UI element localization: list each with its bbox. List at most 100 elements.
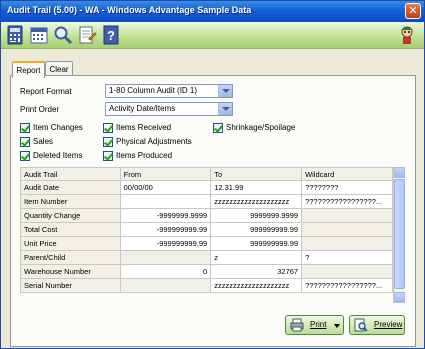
row-label: Audit Date <box>20 180 121 195</box>
row-label: Unit Price <box>20 236 121 251</box>
header-to: To <box>210 167 303 181</box>
report-format-label: Report Format <box>20 87 72 96</box>
row-label: Parent/Child <box>20 250 121 265</box>
svg-text:?: ? <box>107 28 115 43</box>
table-row: Parent/Child z ? <box>20 250 393 265</box>
print-button-label: Print <box>310 320 327 329</box>
scroll-up-icon[interactable] <box>394 167 405 178</box>
from-cell[interactable] <box>119 194 212 209</box>
items-received-checkbox[interactable]: Items Received <box>103 122 171 134</box>
magnifier-icon[interactable] <box>53 25 73 45</box>
row-label: Warehouse Number <box>20 264 121 279</box>
from-cell[interactable]: 00/00/00 <box>119 180 212 195</box>
tab-report[interactable]: Report <box>12 61 45 78</box>
dropdown-arrow-icon[interactable] <box>334 324 340 328</box>
from-cell[interactable]: -999999999.99 <box>119 222 212 237</box>
wildcard-cell[interactable]: ?????????????????... <box>301 278 393 293</box>
chevron-down-icon[interactable] <box>218 103 232 115</box>
to-cell[interactable]: zzzzzzzzzzzzzzzzzzzz <box>210 278 303 293</box>
from-cell <box>119 278 212 293</box>
checkbox-check-icon[interactable] <box>213 123 223 133</box>
from-cell[interactable]: -9999999.9999 <box>119 208 212 223</box>
to-cell[interactable]: 12.31.99 <box>210 180 303 195</box>
checkbox-check-icon[interactable] <box>103 151 113 161</box>
items-produced-checkbox[interactable]: Items Produced <box>103 150 172 162</box>
grid-header-row: Audit Trail From To Wildcard <box>20 167 393 181</box>
item-changes-checkbox[interactable]: Item Changes <box>20 122 83 134</box>
print-order-select[interactable]: Activity Date/Items <box>105 102 233 116</box>
printer-icon <box>290 318 304 332</box>
mascot-icon <box>396 24 418 46</box>
row-label: Item Number <box>20 194 121 209</box>
preview-icon <box>354 318 368 332</box>
calculator-icon[interactable] <box>5 25 25 45</box>
close-button[interactable]: ✕ <box>405 3 421 19</box>
table-row: Quantity Change -9999999.9999 9999999.99… <box>20 208 393 223</box>
row-label: Serial Number <box>20 278 121 293</box>
tab-clear-label: Clear <box>49 65 69 74</box>
checkbox-check-icon[interactable] <box>20 137 30 147</box>
items-received-label: Items Received <box>116 123 172 132</box>
wildcard-cell[interactable]: ?????????????????... <box>301 194 393 209</box>
report-format-value: 1-80 Column Audit (ID 1) <box>109 86 198 95</box>
to-cell[interactable]: 999999999.99 <box>210 236 303 251</box>
checkbox-check-icon[interactable] <box>103 123 113 133</box>
to-cell[interactable]: 32767 <box>210 264 303 279</box>
row-label: Total Cost <box>20 222 121 237</box>
table-row: Audit Date 00/00/00 12.31.99 ???????? <box>20 180 393 195</box>
calendar-icon[interactable] <box>29 25 49 45</box>
print-button[interactable]: Print <box>285 315 344 335</box>
print-order-value: Activity Date/Items <box>109 104 176 113</box>
checkbox-check-icon[interactable] <box>20 123 30 133</box>
physical-adjustments-label: Physical Adjustments <box>116 137 192 146</box>
sales-label: Sales <box>33 137 54 146</box>
preview-button[interactable]: Preview <box>349 315 405 335</box>
grid-scrollbar[interactable] <box>393 167 405 303</box>
scroll-thumb[interactable] <box>394 179 405 289</box>
header-wildcard: Wildcard <box>301 167 393 181</box>
to-cell[interactable]: z <box>210 250 303 265</box>
scroll-down-icon[interactable] <box>394 292 405 303</box>
wildcard-cell <box>301 222 393 237</box>
from-cell[interactable]: 0 <box>119 264 212 279</box>
title-bar[interactable]: Audit Trail (5.00) - WA - Windows Advant… <box>1 1 424 22</box>
sales-checkbox[interactable]: Sales <box>20 136 53 148</box>
wildcard-cell <box>301 236 393 251</box>
wildcard-cell[interactable]: ???????? <box>301 180 393 195</box>
deleted-items-label: Deleted Items <box>33 151 83 160</box>
wildcard-cell <box>301 208 393 223</box>
help-icon[interactable]: ? <box>101 25 121 45</box>
toolbar: ? <box>1 22 424 49</box>
wildcard-cell <box>301 264 393 279</box>
shrinkage-spoilage-checkbox[interactable]: Shrinkage/Spoilage <box>213 122 295 134</box>
table-row: Serial Number zzzzzzzzzzzzzzzzzzzz ?????… <box>20 278 393 293</box>
chevron-down-icon[interactable] <box>218 85 232 97</box>
physical-adjustments-checkbox[interactable]: Physical Adjustments <box>103 136 192 148</box>
audit-criteria-grid: Audit Trail From To Wildcard Audit Date … <box>20 167 393 293</box>
shrinkage-spoilage-label: Shrinkage/Spoilage <box>226 123 296 132</box>
report-format-select[interactable]: 1-80 Column Audit (ID 1) <box>105 84 233 98</box>
deleted-items-checkbox[interactable]: Deleted Items <box>20 150 82 162</box>
to-cell[interactable]: 999999999.99 <box>210 222 303 237</box>
audit-trail-window: Audit Trail (5.00) - WA - Windows Advant… <box>0 0 425 349</box>
checkbox-check-icon[interactable] <box>103 137 113 147</box>
table-row: Warehouse Number 0 32767 <box>20 264 393 279</box>
tab-report-label: Report <box>16 66 41 75</box>
from-cell[interactable]: -999999999.99 <box>119 236 212 251</box>
print-order-label: Print Order <box>20 105 60 114</box>
preview-button-label: Preview <box>374 320 403 329</box>
header-audit-trail: Audit Trail <box>20 167 121 181</box>
table-row: Item Number zzzzzzzzzzzzzzzzzzzz ???????… <box>20 194 393 209</box>
from-cell <box>119 250 212 265</box>
to-cell[interactable]: zzzzzzzzzzzzzzzzzzzz <box>210 194 303 209</box>
to-cell[interactable]: 9999999.9999 <box>210 208 303 223</box>
wildcard-cell[interactable]: ? <box>301 250 393 265</box>
table-row: Unit Price -999999999.99 999999999.99 <box>20 236 393 251</box>
header-from: From <box>119 167 212 181</box>
items-produced-label: Items Produced <box>116 151 173 160</box>
notepad-icon[interactable] <box>77 25 97 45</box>
table-row: Total Cost -999999999.99 999999999.99 <box>20 222 393 237</box>
checkbox-check-icon[interactable] <box>20 151 30 161</box>
row-label: Quantity Change <box>20 208 121 223</box>
window-title: Audit Trail (5.00) - WA - Windows Advant… <box>7 5 252 15</box>
